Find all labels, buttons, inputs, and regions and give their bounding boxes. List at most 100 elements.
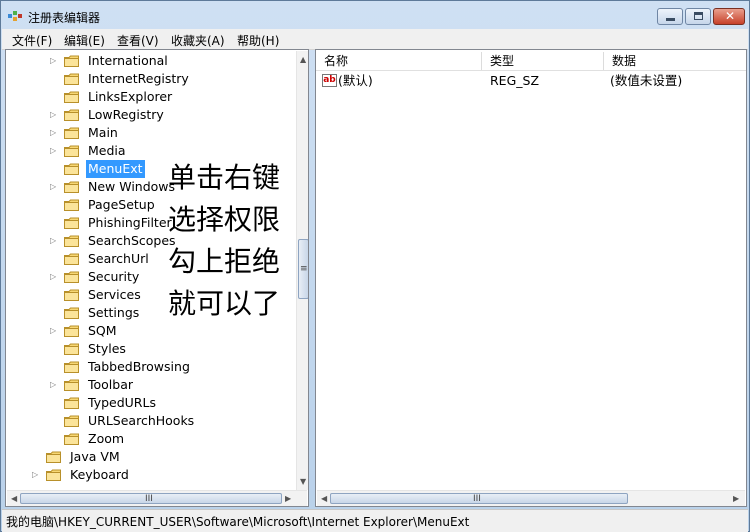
title-bar[interactable]: 注册表编辑器 ✕ [1, 1, 749, 31]
folder-icon [46, 451, 61, 463]
tree-item[interactable]: ▷ International [6, 52, 294, 70]
folder-icon [64, 73, 79, 85]
tree-item[interactable]: TabbedBrowsing [6, 358, 294, 376]
maximize-icon [694, 12, 703, 20]
expand-arrow-icon[interactable]: ▷ [50, 110, 56, 120]
tree-item-label: Media [88, 143, 126, 158]
folder-icon [64, 415, 79, 427]
menu-favorites[interactable]: 收藏夹(A) [171, 32, 225, 49]
tree-item-label: InternetRegistry [88, 71, 189, 86]
tree-item-label: SearchUrl [88, 251, 149, 266]
scroll-left-icon[interactable]: ◀ [321, 494, 327, 504]
tree-item-label: URLSearchHooks [88, 413, 195, 428]
folder-icon [64, 127, 79, 139]
tree-item-label: Toolbar [88, 377, 134, 392]
expand-arrow-icon[interactable]: ▷ [50, 380, 56, 390]
tree-item-label: International [88, 53, 168, 68]
list-horizontal-scroll-thumb[interactable]: III [330, 493, 628, 504]
folder-icon [64, 235, 79, 247]
value-type: REG_SZ [490, 73, 540, 88]
grip-icon: III [473, 494, 481, 504]
expand-arrow-icon[interactable]: ▷ [50, 326, 56, 336]
tree-item-label: SearchScopes [88, 233, 176, 248]
annotation-line: 就可以了 [168, 287, 281, 320]
menu-help[interactable]: 帮助(H) [237, 32, 279, 49]
annotation-line: 勾上拒绝 [168, 245, 281, 278]
tree-item-label: New Windows [88, 179, 176, 194]
tree-item-label: Java VM [70, 449, 120, 464]
tree-item-label: Styles [88, 341, 126, 356]
list-header: 名称 类型 数据 [316, 50, 746, 71]
tree-item-label: TabbedBrowsing [88, 359, 190, 374]
tree-item-label: Keyboard [70, 467, 129, 482]
annotation-line: 单击右键 [168, 161, 281, 194]
tree-item[interactable]: TypedURLs [6, 394, 294, 412]
tree-item[interactable]: ▷ Toolbar [6, 376, 294, 394]
list-horizontal-scrollbar[interactable]: ◀ III ▶ [317, 490, 745, 506]
tree-item-label: Services [88, 287, 141, 302]
tree-item[interactable]: Styles [6, 340, 294, 358]
tree-item-label: Security [88, 269, 140, 284]
tree-item-label: LowRegistry [88, 107, 164, 122]
values-list[interactable]: 名称 类型 数据 ab (默认) REG_SZ (数值未设置) ◀ III ▶ [315, 49, 747, 507]
scroll-down-icon[interactable]: ▼ [300, 477, 306, 487]
annotation-text: 单击右键 选择权限 勾上拒绝 就可以了 [168, 157, 280, 325]
folder-icon [64, 91, 79, 103]
status-bar: 我的电脑\HKEY_CURRENT_USER\Software\Microsof… [2, 509, 748, 532]
tree-item[interactable]: InternetRegistry [6, 70, 294, 88]
tree-item[interactable]: URLSearchHooks [6, 412, 294, 430]
expand-arrow-icon[interactable]: ▷ [50, 272, 56, 282]
grip-icon: III [145, 494, 153, 504]
minimize-icon [666, 18, 675, 21]
tree-item-label: PhishingFilter [88, 215, 172, 230]
string-value-icon: ab [322, 74, 337, 87]
expand-arrow-icon[interactable]: ▷ [50, 128, 56, 138]
menu-view[interactable]: 查看(V) [117, 32, 159, 49]
folder-icon [64, 253, 79, 265]
minimize-button[interactable] [657, 8, 683, 25]
menu-file[interactable]: 文件(F) [12, 32, 52, 49]
column-header-type[interactable]: 类型 [482, 52, 604, 70]
folder-icon [64, 55, 79, 67]
scroll-up-icon[interactable]: ▲ [300, 55, 306, 65]
tree-item-label: LinksExplorer [88, 89, 173, 104]
tree-item[interactable]: LinksExplorer [6, 88, 294, 106]
menu-bar: 文件(F) 编辑(E) 查看(V) 收藏夹(A) 帮助(H) [2, 29, 748, 50]
folder-icon [64, 325, 79, 337]
folder-icon [64, 361, 79, 373]
close-button[interactable]: ✕ [713, 8, 745, 25]
scroll-left-icon[interactable]: ◀ [11, 494, 17, 504]
folder-icon [64, 379, 79, 391]
column-header-name[interactable]: 名称 [316, 52, 482, 70]
value-data: (数值未设置) [610, 73, 683, 88]
tree-item[interactable]: ▷ LowRegistry [6, 106, 294, 124]
status-path: 我的电脑\HKEY_CURRENT_USER\Software\Microsof… [6, 515, 470, 529]
scroll-right-icon[interactable]: ▶ [285, 494, 291, 504]
folder-icon [64, 397, 79, 409]
tree-item-label: TypedURLs [88, 395, 156, 410]
folder-icon [64, 181, 79, 193]
regedit-icon [8, 11, 22, 21]
tree-item[interactable]: ▷ Keyboard [6, 466, 294, 484]
tree-item[interactable]: Zoom [6, 430, 294, 448]
expand-arrow-icon[interactable]: ▷ [50, 236, 56, 246]
tree-vertical-scroll-thumb[interactable]: ≡ [298, 239, 308, 299]
tree-horizontal-scrollbar[interactable]: ◀ III ▶ [7, 490, 307, 506]
menu-edit[interactable]: 编辑(E) [64, 32, 105, 49]
scroll-right-icon[interactable]: ▶ [733, 494, 739, 504]
open-folder-icon [64, 163, 79, 175]
expand-arrow-icon[interactable]: ▷ [32, 470, 38, 480]
tree-item-label: Settings [88, 305, 140, 320]
maximize-button[interactable] [685, 8, 711, 25]
folder-icon [46, 469, 61, 481]
expand-arrow-icon[interactable]: ▷ [50, 182, 56, 192]
expand-arrow-icon[interactable]: ▷ [50, 146, 56, 156]
column-header-data[interactable]: 数据 [604, 52, 746, 70]
expand-arrow-icon[interactable]: ▷ [50, 56, 56, 66]
tree-item[interactable]: Java VM [6, 448, 294, 466]
close-icon: ✕ [725, 9, 736, 23]
tree-vertical-scrollbar[interactable]: ▲ ≡ ▼ [296, 51, 308, 490]
tree-item-label: SQM [88, 323, 117, 338]
tree-item[interactable]: ▷ Main [6, 124, 294, 142]
tree-horizontal-scroll-thumb[interactable]: III [20, 493, 282, 504]
